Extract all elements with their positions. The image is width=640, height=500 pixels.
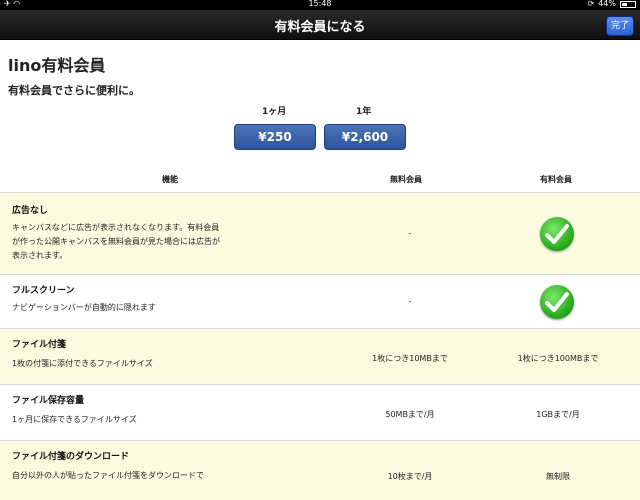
header-paid: 有料会員 <box>540 175 572 184</box>
page-subtitle: 有料会員でさらに便利に。 <box>8 84 140 97</box>
header-free: 無料会員 <box>390 175 422 184</box>
checkmark-icon <box>540 285 574 319</box>
feature-description: 1枚の付箋に添付できるファイルサイズ <box>12 359 153 368</box>
status-time: 15:48 <box>308 0 332 8</box>
checkmark-icon <box>540 217 574 251</box>
done-button[interactable]: 完了 <box>606 16 634 36</box>
free-value: 10枚まで/月 <box>387 472 433 481</box>
table-row: ファイル付箋 1枚の付箋に添付できるファイルサイズ 1枚につき10MBまで 1枚… <box>0 328 640 384</box>
status-right: ⟳ 44% <box>588 0 636 8</box>
feature-description: 1ヶ月に保存できるファイルサイズ <box>12 415 137 424</box>
battery-icon <box>620 0 636 8</box>
table-header: 機能 無料会員 有料会員 <box>0 168 640 192</box>
paid-value: 1GBまで/月 <box>536 410 580 419</box>
nav-title: 有料会員になる <box>274 20 366 35</box>
table-row: ファイル保存容量 1ヶ月に保存できるファイルサイズ 50MBまで/月 1GBまで… <box>0 384 640 440</box>
feature-title: 広告なし <box>12 206 49 216</box>
feature-title: ファイル付箋のダウンロード <box>12 452 130 462</box>
header-feature: 機能 <box>162 175 178 184</box>
page-title: lino有料会員 <box>8 56 106 75</box>
table-row: フルスクリーン ナビゲーションバーが自動的に隠れます - <box>0 274 640 328</box>
navigation-bar: 有料会員になる 完了 <box>0 10 640 40</box>
table-row: 広告なし キャンバスなどに広告が表示されなくなります。有料会員が作った公開キャン… <box>0 192 640 274</box>
feature-description: キャンバスなどに広告が表示されなくなります。有料会員が作った公開キャンバスを無料… <box>12 223 220 260</box>
paid-value: 1枚につき100MBまで <box>517 354 599 363</box>
free-value: - <box>408 229 412 238</box>
battery-percent: 44% <box>598 0 616 8</box>
free-value: 1枚につき10MBまで <box>372 354 448 363</box>
feature-comparison-table: 機能 無料会員 有料会員 広告なし キャンバスなどに広告が表示されなくなります。… <box>0 168 640 500</box>
yearly-price-button[interactable]: ¥2,600 <box>324 124 406 150</box>
feature-description: ナビゲーションバーが自動的に隠れます <box>12 303 156 312</box>
feature-title: ファイル付箋 <box>12 340 67 350</box>
feature-title: フルスクリーン <box>12 286 75 296</box>
table-row: ファイル付箋のダウンロード 自分以外の人が貼ったファイル付箋をダウンロードで 1… <box>0 440 640 500</box>
rotation-lock-icon: ⟳ <box>587 0 595 8</box>
feature-title: ファイル保存容量 <box>12 396 85 406</box>
main-content: lino有料会員 有料会員でさらに便利に。 <box>0 40 640 98</box>
feature-description: 自分以外の人が貼ったファイル付箋をダウンロードで <box>12 471 204 480</box>
monthly-price-button[interactable]: ¥250 <box>234 124 316 150</box>
plan-label-monthly: 1ヶ月 <box>262 107 287 117</box>
plan-label-yearly: 1年 <box>356 107 372 117</box>
free-value: - <box>408 297 412 306</box>
free-value: 50MBまで/月 <box>385 410 435 419</box>
paid-value: 無制限 <box>546 472 570 481</box>
status-bar: ✈ ◠ 15:48 ⟳ 44% <box>0 0 640 10</box>
